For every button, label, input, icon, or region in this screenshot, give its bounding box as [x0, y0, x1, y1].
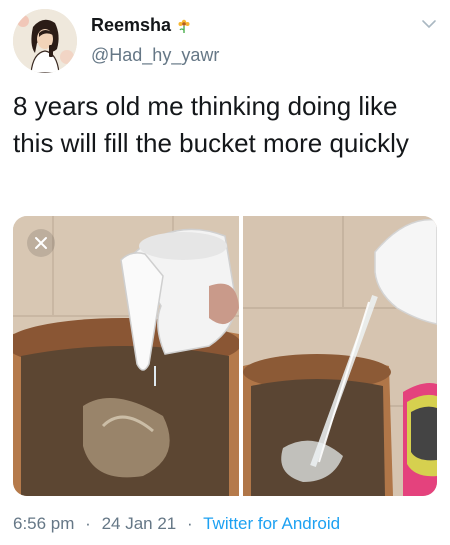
tweet-date[interactable]: 24 Jan 21 [102, 514, 177, 533]
sunflower-icon [176, 18, 192, 34]
chevron-down-icon[interactable] [421, 17, 437, 29]
avatar[interactable] [13, 9, 77, 73]
tweet-media[interactable] [13, 216, 437, 496]
close-icon [35, 237, 47, 249]
display-name[interactable]: Reemsha [91, 15, 171, 36]
tweet-header: Reemsha @Had_hy_yawr [13, 9, 437, 73]
name-row: Reemsha [91, 15, 192, 36]
tweet-meta: 6:56 pm · 24 Jan 21 · Twitter for Androi… [13, 514, 340, 534]
photo-left[interactable] [13, 216, 241, 496]
photo-right[interactable] [243, 216, 437, 496]
meta-separator: · [85, 514, 91, 533]
tweet-source-link[interactable]: Twitter for Android [203, 514, 340, 533]
close-photo-button[interactable] [27, 229, 55, 257]
tweet-text: 8 years old me thinking doing like this … [13, 91, 409, 158]
meta-separator: · [187, 514, 193, 533]
user-handle[interactable]: @Had_hy_yawr [91, 45, 219, 66]
tweet-time[interactable]: 6:56 pm [13, 514, 74, 533]
